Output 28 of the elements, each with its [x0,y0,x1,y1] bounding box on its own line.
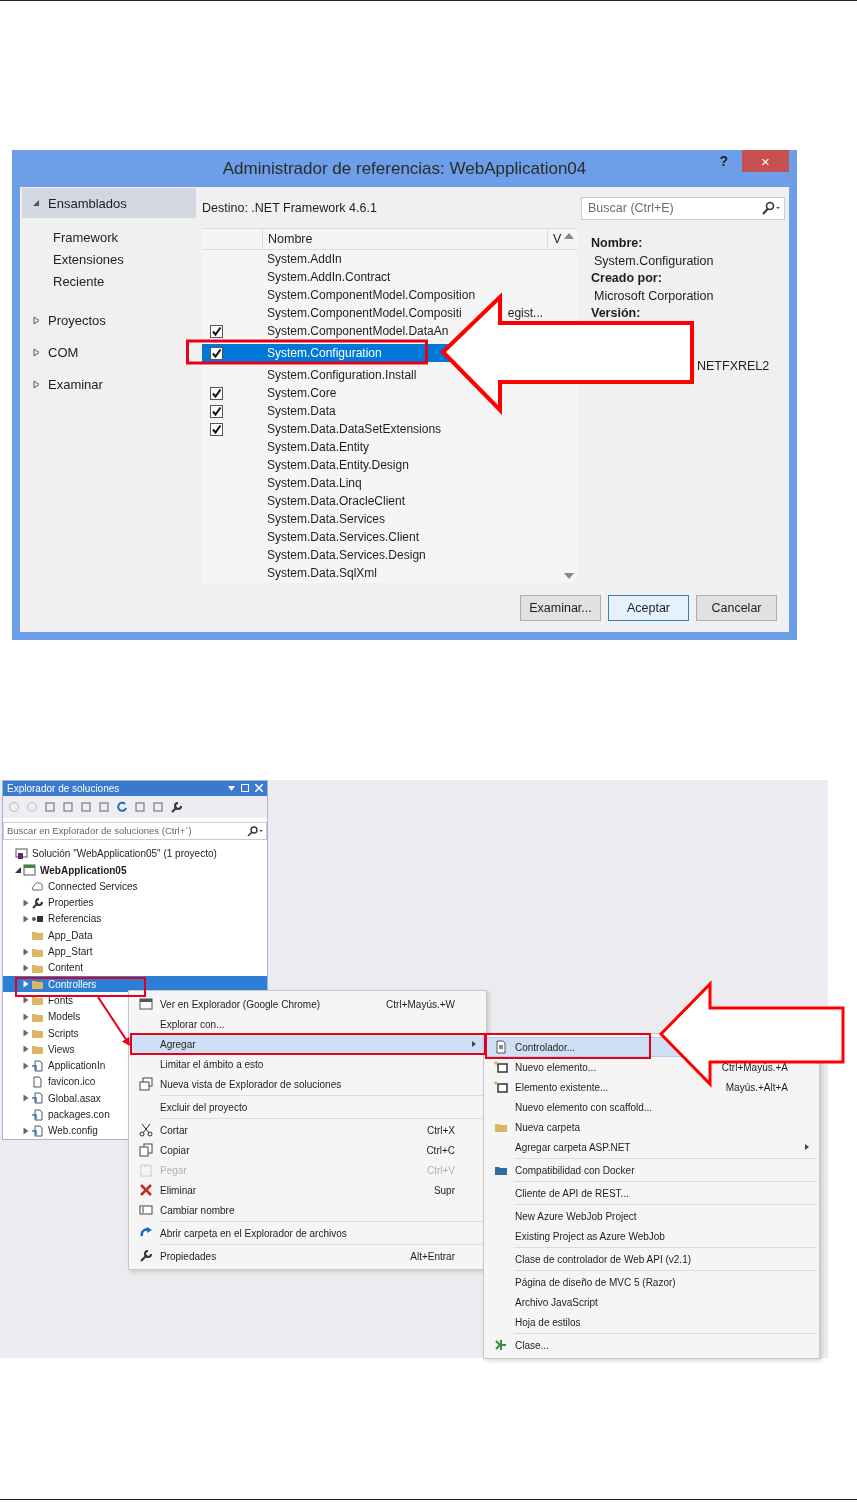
assembly-name: System.Data.SqlXml [267,566,378,580]
target-framework-label: Destino: .NET Framework 4.6.1 [202,201,378,215]
assembly-name: System.Data.Linq [267,476,362,490]
assembly-name: System.Data.Entity [267,440,370,454]
assembly-name: System.Data [267,404,336,418]
detail-value: Microsoft Corporation [593,288,715,305]
assembly-name: System.Data.DataSetExtensions [267,422,442,436]
assembly-name: System.ComponentModel.DataAn [267,324,449,338]
assembly-name: System.Data.Services.Design [267,548,426,562]
assembly-name: System.Data.OracleClient [267,494,406,508]
detail-label: Versión: [591,306,642,322]
assembly-name: System.AddIn.Contract [267,270,391,284]
assembly-name: System.Data.Entity.Design [267,458,409,472]
assembly-name: System.Configuration.Install [267,368,417,382]
assembly-name: egist... [507,306,544,320]
detail-value: NETFXREL2 [697,358,770,373]
window-title: Administrador de referencias: WebApplication04 [221,158,588,179]
assembly-name: System.Data.Services [267,512,386,526]
assembly-name: System.ComponentModel.Compositi [267,306,462,320]
assembly-name: System.AddIn [267,252,342,266]
detail-value: System.Configuration [593,253,715,270]
assembly-name: System.Core [267,386,337,400]
detail-label: Creado por: [591,271,663,287]
panel-title: Explorador de soluciones [7,782,121,794]
assembly-name: System.Configuration [267,346,382,360]
assembly-name: System.Data.Services.Client [267,530,420,544]
detail-label: Nombre: [591,236,644,252]
assembly-name: System.ComponentModel.Composition [267,288,476,302]
